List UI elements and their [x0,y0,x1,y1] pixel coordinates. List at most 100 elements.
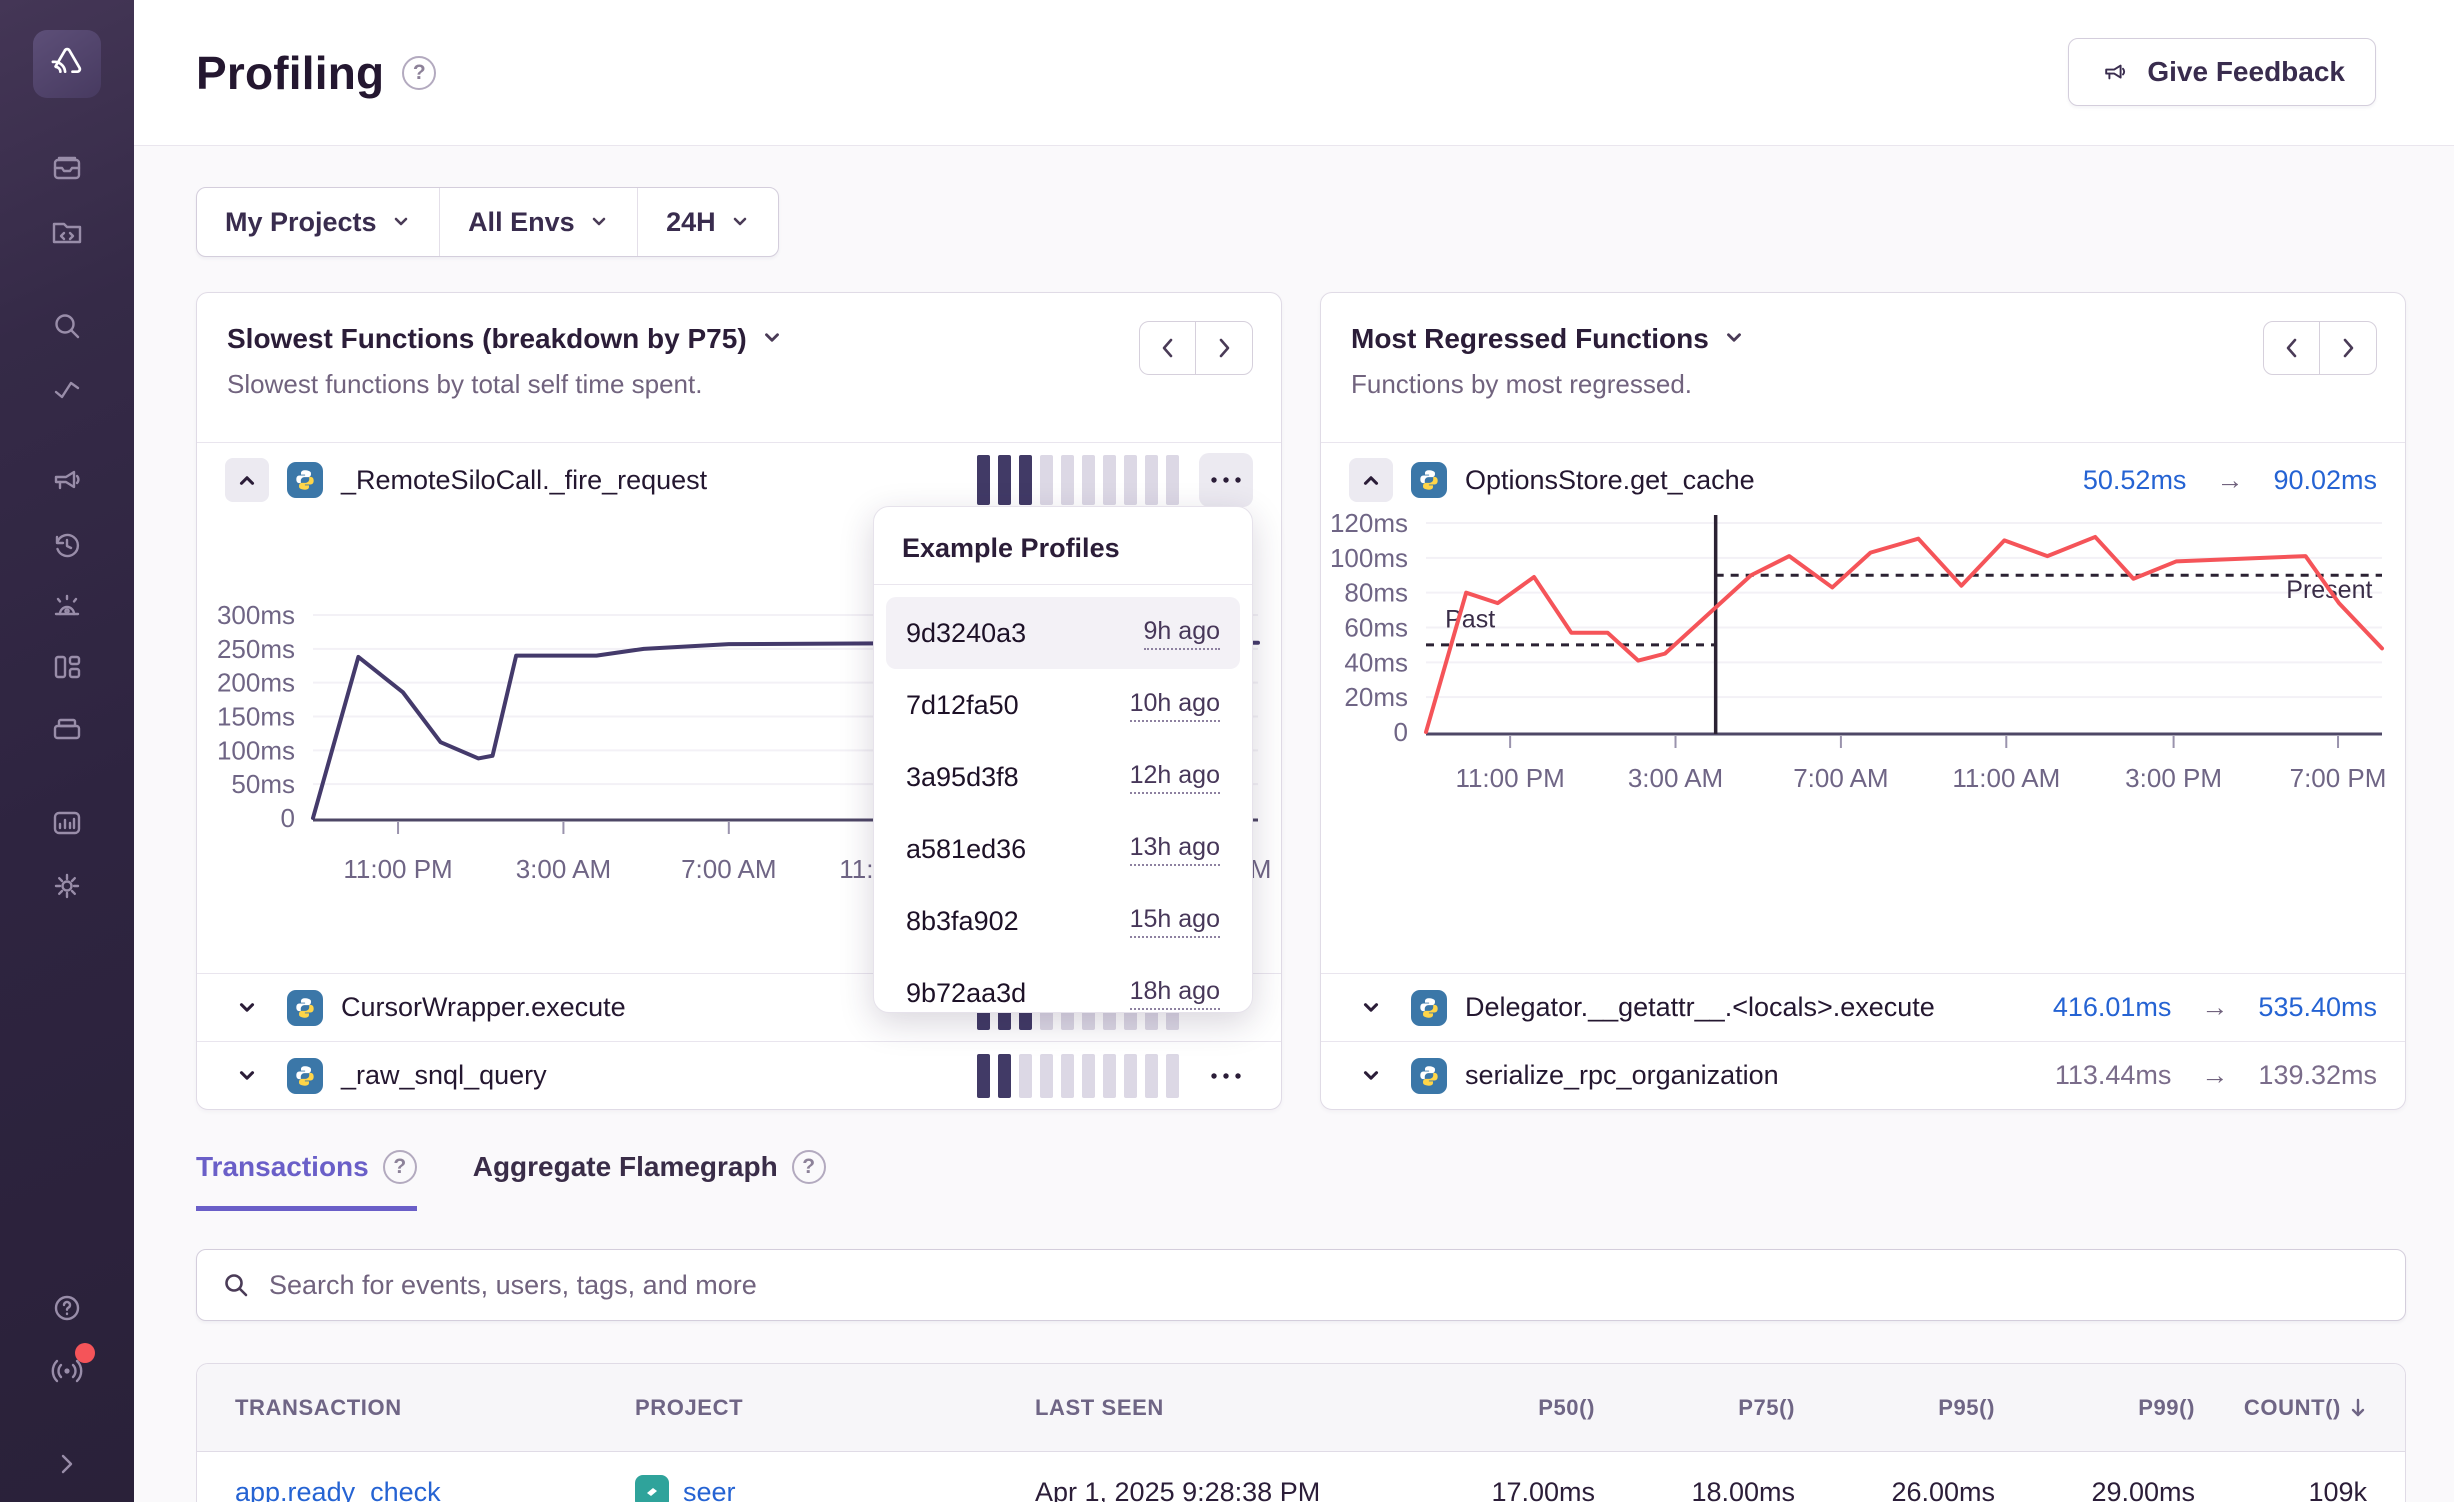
sidebar-item-stats[interactable] [45,801,89,845]
panel-title-label: Most Regressed Functions [1351,323,1709,355]
function-name[interactable]: Delegator.__getattr__.<locals>.execute [1465,992,1935,1023]
expand-row-button[interactable] [1349,1054,1393,1098]
count-cell: 109k [2195,1477,2367,1502]
profile-item[interactable]: 8b3fa902 15h ago [886,885,1240,957]
function-name[interactable]: CursorWrapper.execute [341,992,626,1023]
column-header-p50[interactable]: P50() [1395,1395,1595,1421]
before-duration-link[interactable]: 50.52ms [2083,465,2187,496]
sentry-logo[interactable] [33,30,101,98]
profile-item[interactable]: 7d12fa50 10h ago [886,669,1240,741]
sidebar-item-feedback[interactable] [45,458,89,502]
chevron-down-icon [236,1065,258,1087]
sidebar-item-replays[interactable] [45,523,89,567]
time-range-filter[interactable]: 24H [638,188,778,256]
sidebar-item-traces[interactable] [45,368,89,412]
svg-text:0: 0 [281,803,295,833]
table-row[interactable]: app.ready_check seer Apr 1, 2025 9:28:38… [197,1452,2405,1502]
function-name[interactable]: _RemoteSiloCall._fire_request [341,465,707,496]
sidebar-item-explore[interactable] [45,304,89,348]
sentry-logo-icon [45,42,89,86]
function-name[interactable]: _raw_snql_query [341,1060,547,1091]
sidebar-item-issues[interactable] [45,147,89,191]
tab-aggregate-flamegraph[interactable]: Aggregate Flamegraph ? [473,1150,826,1211]
row-actions-button[interactable] [1199,1049,1253,1103]
most-regressed-title-select[interactable]: Most Regressed Functions [1351,323,2375,355]
profile-id-link[interactable]: 3a95d3f8 [906,762,1019,793]
profile-id-link[interactable]: 7d12fa50 [906,690,1019,721]
expand-row-button[interactable] [1349,986,1393,1030]
profile-time-link[interactable]: 15h ago [1130,905,1220,938]
sidebar-item-projects[interactable] [45,210,89,254]
function-name[interactable]: OptionsStore.get_cache [1465,465,1755,496]
profile-time-link[interactable]: 12h ago [1130,761,1220,794]
profile-time-link[interactable]: 9h ago [1144,617,1220,650]
row-actions-button[interactable] [1199,453,1253,507]
after-duration-link[interactable]: 90.02ms [2273,465,2377,496]
collapse-row-button[interactable] [1349,458,1393,502]
tab-label: Aggregate Flamegraph [473,1151,778,1183]
arrow-right-icon: → [2206,465,2253,496]
after-duration-link[interactable]: 535.40ms [2258,992,2377,1023]
sidebar-item-releases[interactable] [45,707,89,751]
profile-item[interactable]: a581ed36 13h ago [886,813,1240,885]
project-link[interactable]: seer [683,1477,736,1502]
sidebar-item-dashboards[interactable] [45,645,89,689]
environment-filter-label: All Envs [468,207,575,238]
profile-item[interactable]: 9d3240a3 9h ago [886,597,1240,669]
next-page-button[interactable] [1195,321,1253,375]
column-header-count[interactable]: COUNT() [2195,1395,2367,1421]
transaction-link[interactable]: app.ready_check [235,1477,441,1502]
sidebar-item-alerts[interactable] [45,584,89,628]
search-input[interactable] [269,1270,2381,1301]
profile-id-link[interactable]: a581ed36 [906,834,1026,865]
give-feedback-button[interactable]: Give Feedback [2068,38,2376,106]
project-filter[interactable]: My Projects [197,188,439,256]
archive-box-icon [47,709,87,749]
collapse-row-button[interactable] [225,458,269,502]
column-header-p75[interactable]: P75() [1595,1395,1795,1421]
function-name[interactable]: serialize_rpc_organization [1465,1060,1779,1091]
tab-transactions[interactable]: Transactions ? [196,1150,417,1211]
regression-values: 50.52ms → 90.02ms [2083,465,2377,496]
profile-time-link[interactable]: 13h ago [1130,833,1220,866]
column-header-project[interactable]: PROJECT [635,1395,1035,1421]
column-header-p99[interactable]: P99() [1995,1395,2195,1421]
profile-id-link[interactable]: 9b72aa3d [906,978,1026,1009]
sidebar-item-whats-new[interactable] [45,1349,89,1393]
environment-filter[interactable]: All Envs [440,188,637,256]
tab-help-icon[interactable]: ? [792,1150,826,1184]
profile-id-link[interactable]: 8b3fa902 [906,906,1019,937]
column-header-transaction[interactable]: TRANSACTION [235,1395,635,1421]
chevron-down-icon [730,207,750,238]
tab-help-icon[interactable]: ? [383,1150,417,1184]
expand-row-button[interactable] [225,1054,269,1098]
svg-text:11:00 PM: 11:00 PM [343,854,452,883]
prev-page-button[interactable] [1139,321,1197,375]
expand-row-button[interactable] [225,986,269,1030]
sidebar-collapse-toggle[interactable] [45,1442,89,1486]
svg-text:3:00 PM: 3:00 PM [2125,763,2222,793]
sidebar-item-help[interactable] [45,1286,89,1330]
profile-id-link[interactable]: 9d3240a3 [906,618,1026,649]
panel-title-label: Slowest Functions (breakdown by P75) [227,323,747,355]
svg-text:250ms: 250ms [217,634,295,664]
column-header-last-seen[interactable]: LAST SEEN [1035,1395,1395,1421]
profile-time-link[interactable]: 18h ago [1130,977,1220,1010]
svg-text:7:00 AM: 7:00 AM [681,854,776,883]
page-header: Profiling ? Give Feedback [134,0,2454,146]
profile-time-link[interactable]: 10h ago [1130,689,1220,722]
page-help-icon[interactable]: ? [402,56,436,90]
most-regressed-chart[interactable]: 020ms40ms60ms80ms100ms120ms11:00 PM3:00 … [1321,503,2407,793]
profile-item[interactable]: 3a95d3f8 12h ago [886,741,1240,813]
next-page-button[interactable] [2319,321,2377,375]
svg-text:300ms: 300ms [217,600,295,630]
slowest-functions-title-select[interactable]: Slowest Functions (breakdown by P75) [227,323,1251,355]
table-header-row: TRANSACTION PROJECT LAST SEEN P50() P75(… [197,1364,2405,1452]
profile-item[interactable]: 9b72aa3d 18h ago [886,957,1240,1029]
prev-page-button[interactable] [2263,321,2321,375]
before-duration-link[interactable]: 416.01ms [2053,992,2172,1023]
page-title: Profiling [196,46,384,100]
svg-text:80ms: 80ms [1344,578,1408,608]
column-header-p95[interactable]: P95() [1795,1395,1995,1421]
sidebar-item-settings[interactable] [45,864,89,908]
